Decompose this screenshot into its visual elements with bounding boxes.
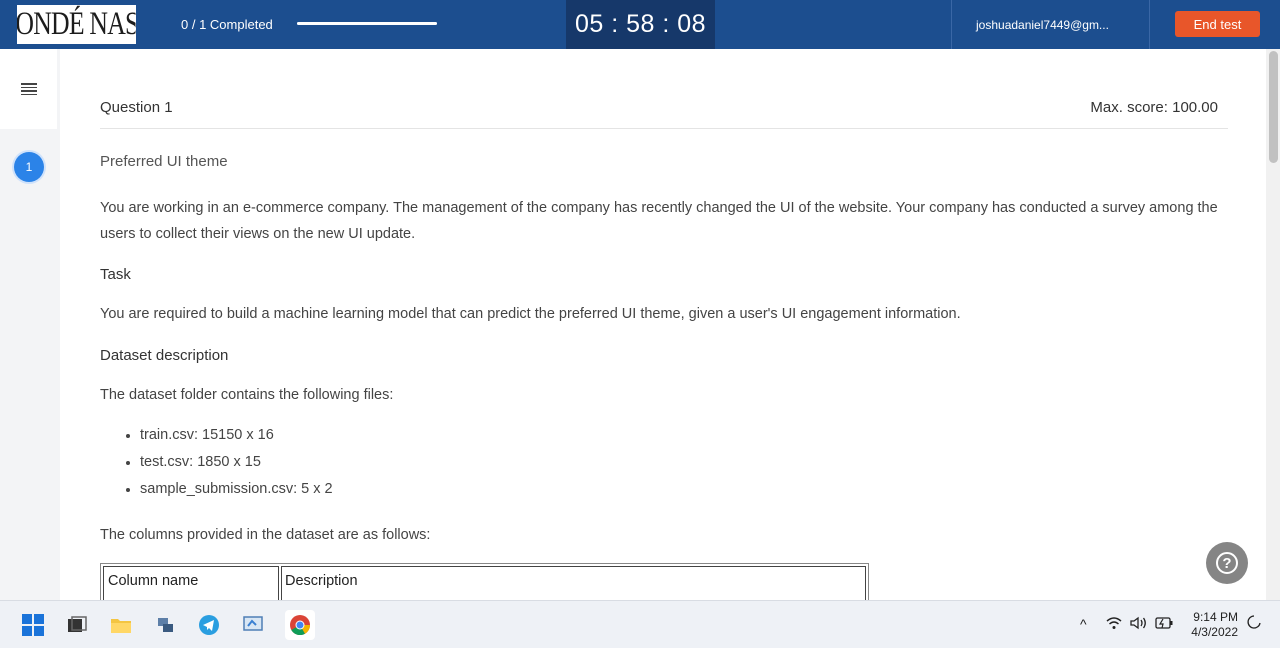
- help-icon: ?: [1216, 552, 1238, 574]
- columns-intro: The columns provided in the dataset are …: [100, 527, 431, 543]
- dataset-intro: The dataset folder contains the followin…: [100, 387, 394, 403]
- file-list-item: train.csv: 15150 x 16: [126, 427, 333, 454]
- question-subtitle: Preferred UI theme: [100, 153, 228, 170]
- windows-taskbar: ^ 9:14 PM 4/3/2022: [0, 600, 1280, 648]
- end-test-button[interactable]: End test: [1175, 11, 1260, 37]
- table-header-column-name: Column name: [103, 566, 279, 600]
- chrome-icon[interactable]: [285, 610, 315, 640]
- task-view-icon[interactable]: [65, 613, 89, 637]
- columns-table: Column name Description: [100, 563, 869, 600]
- question-panel: Question 1 Max. score: 100.00 Preferred …: [60, 49, 1266, 600]
- taskbar-clock[interactable]: 9:14 PM 4/3/2022: [1182, 610, 1238, 640]
- wifi-icon[interactable]: [1106, 616, 1122, 633]
- remote-desktop-icon[interactable]: [241, 613, 265, 637]
- windows-start-icon[interactable]: [21, 613, 45, 637]
- help-button[interactable]: ?: [1206, 542, 1248, 584]
- clock-time: 9:14 PM: [1193, 610, 1238, 624]
- question-title: Question 1: [100, 99, 173, 116]
- user-email[interactable]: joshuadaniel7449@gm...: [951, 0, 1150, 49]
- page-scrollbar[interactable]: [1266, 49, 1280, 600]
- telegram-icon[interactable]: [197, 613, 221, 637]
- conde-nast-logo: CONDÉ NAST: [17, 5, 136, 44]
- header-divider: [100, 128, 1228, 129]
- intro-paragraph: You are working in an e-commerce company…: [100, 200, 1218, 242]
- file-list-item: test.csv: 1850 x 15: [126, 454, 333, 481]
- top-header: CONDÉ NAST 0 / 1 Completed 05 : 58 : 08 …: [0, 0, 1280, 49]
- menu-icon: [20, 83, 37, 95]
- task-heading: Task: [100, 266, 131, 283]
- clock-date: 4/3/2022: [1191, 625, 1238, 639]
- max-score: Max. score: 100.00: [1090, 99, 1218, 116]
- menu-button[interactable]: [0, 49, 57, 129]
- chevron-up-icon[interactable]: ^: [1080, 616, 1087, 632]
- question-nav-badge[interactable]: 1: [14, 152, 44, 182]
- countdown-timer: 05 : 58 : 08: [566, 0, 715, 49]
- scroll-thumb[interactable]: [1269, 51, 1278, 163]
- speaker-icon[interactable]: [1130, 616, 1148, 633]
- network-app-icon[interactable]: [153, 613, 177, 637]
- question-sidebar: 1: [0, 49, 60, 600]
- battery-icon[interactable]: [1155, 616, 1173, 632]
- progress-fill: [297, 22, 437, 25]
- file-explorer-icon[interactable]: [109, 613, 133, 637]
- progress-bar: [297, 22, 437, 25]
- file-list-item: sample_submission.csv: 5 x 2: [126, 481, 333, 508]
- notifications-icon[interactable]: [1247, 614, 1261, 633]
- progress-label: 0 / 1 Completed: [181, 17, 273, 32]
- dataset-heading: Dataset description: [100, 347, 229, 364]
- task-paragraph: You are required to build a machine lear…: [100, 306, 961, 322]
- file-list: train.csv: 15150 x 16 test.csv: 1850 x 1…: [126, 427, 333, 508]
- table-header-description: Description: [281, 566, 866, 600]
